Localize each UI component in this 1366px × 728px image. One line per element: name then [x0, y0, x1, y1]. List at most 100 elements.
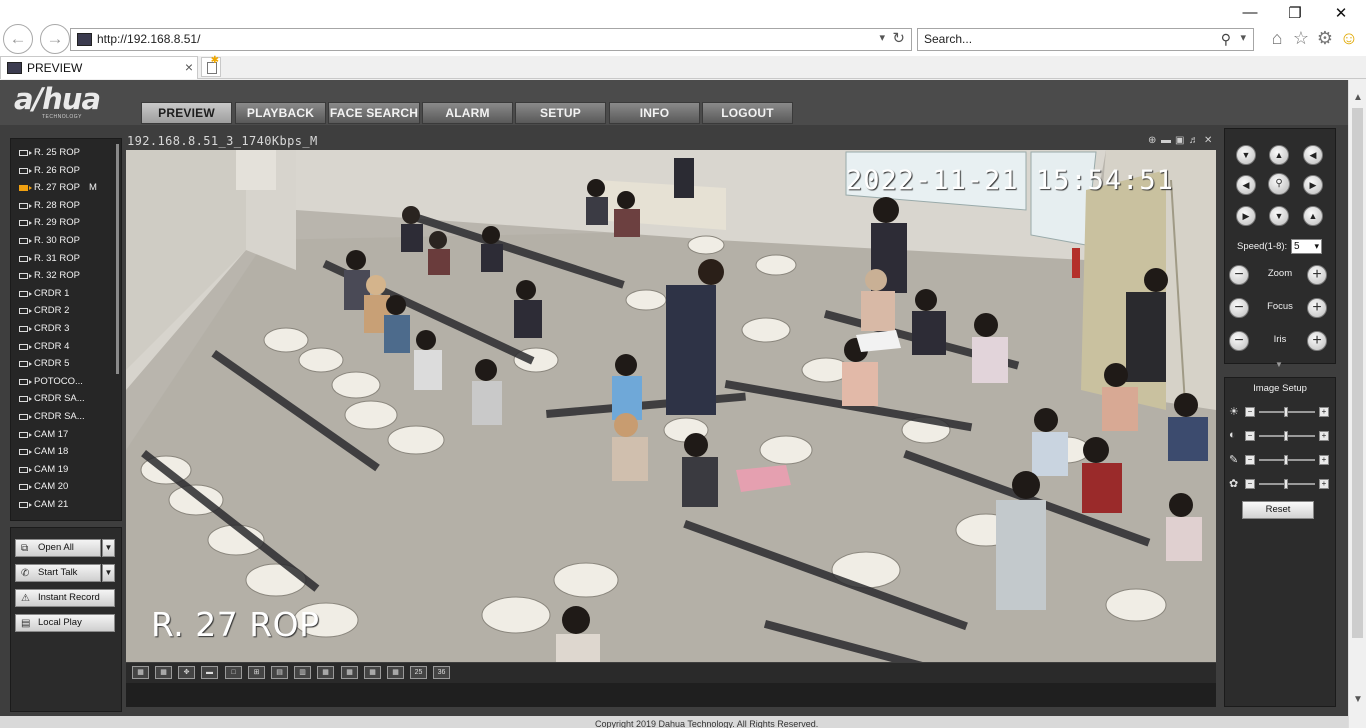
layout-16-button[interactable]: ▦ — [364, 666, 381, 679]
hue-plus-button[interactable]: + — [1319, 479, 1329, 489]
hue-slider-thumb[interactable] — [1284, 479, 1288, 489]
channel-item[interactable]: CAM 20 — [11, 478, 116, 496]
brightness-minus-button[interactable]: − — [1245, 407, 1255, 417]
channel-item[interactable]: R. 31 ROP — [11, 250, 116, 268]
ptz-up-button[interactable]: ▲ — [1269, 145, 1289, 165]
layout-36-button[interactable]: 36 — [433, 666, 450, 679]
back-button[interactable]: ← — [3, 24, 33, 54]
layout-fit-button[interactable]: ▦ — [132, 666, 149, 679]
ptz-down-button[interactable]: ▼ — [1269, 206, 1289, 226]
speed-select[interactable]: 5 — [1291, 239, 1322, 254]
contrast-plus-button[interactable]: + — [1319, 431, 1329, 441]
channel-item[interactable]: CRDR 5 — [11, 355, 116, 373]
ptz-up-right-button[interactable]: ◀ — [1303, 145, 1323, 165]
audio-icon[interactable]: ♬ — [1189, 135, 1199, 146]
layout-1-button[interactable]: □ — [225, 666, 242, 679]
forward-button[interactable]: → — [40, 24, 70, 54]
scroll-down-icon[interactable]: ▼ — [1353, 694, 1363, 705]
channel-item[interactable]: R. 26 ROP — [11, 162, 116, 180]
reset-button[interactable]: Reset — [1242, 501, 1314, 519]
search-input[interactable] — [924, 32, 1194, 46]
channel-item[interactable]: CAM 21 — [11, 496, 116, 514]
channel-item[interactable]: R. 30 ROP — [11, 232, 116, 250]
layout-25-button[interactable]: 25 — [410, 666, 427, 679]
start-talk-dropdown[interactable]: ▼ — [102, 564, 115, 582]
channel-item[interactable]: POTOCO... — [11, 373, 116, 391]
scroll-up-icon[interactable]: ▲ — [1353, 92, 1363, 103]
instant-record-button[interactable]: ⚠ Instant Record — [15, 589, 115, 607]
tab-playback[interactable]: PLAYBACK — [235, 102, 326, 124]
channel-item[interactable]: R. 28 ROP — [11, 197, 116, 215]
iris-minus-button[interactable]: − — [1229, 331, 1249, 351]
brightness-plus-button[interactable]: + — [1319, 407, 1329, 417]
record-icon[interactable]: ▬ — [1161, 135, 1171, 146]
channel-item[interactable]: CRDR SA... — [11, 408, 116, 426]
saturation-minus-button[interactable]: − — [1245, 455, 1255, 465]
zoom-out-button[interactable]: − — [1229, 265, 1249, 285]
start-talk-button[interactable]: ✆ Start Talk — [15, 564, 101, 582]
contrast-minus-button[interactable]: − — [1245, 431, 1255, 441]
close-window-icon[interactable]: ✕ — [1331, 4, 1351, 22]
ptz-collapse-icon[interactable]: ▼ — [1275, 360, 1283, 369]
ptz-down-left-button[interactable]: ▶ — [1236, 206, 1256, 226]
layout-wide-button[interactable]: ▬ — [201, 666, 218, 679]
ptz-center-zoom-button[interactable]: ⚲ — [1268, 173, 1290, 195]
layout-fullscreen-button[interactable]: ✥ — [178, 666, 195, 679]
channel-item[interactable]: CAM 18 — [11, 443, 116, 461]
live-video-feed[interactable]: 2022-11-21 15:54:51 R. 27 ROP — [126, 150, 1216, 662]
layout-original-button[interactable]: ▦ — [155, 666, 172, 679]
ptz-up-left-button[interactable]: ▼ — [1236, 145, 1256, 165]
close-video-icon[interactable]: ✕ — [1204, 135, 1212, 146]
settings-gear-icon[interactable]: ⚙ — [1314, 28, 1336, 49]
ptz-left-button[interactable]: ◀ — [1236, 175, 1256, 195]
layout-6-button[interactable]: ▤ — [271, 666, 288, 679]
local-play-button[interactable]: ▤ Local Play — [15, 614, 115, 632]
contrast-slider-thumb[interactable] — [1284, 431, 1288, 441]
favorites-star-icon[interactable]: ☆ — [1290, 28, 1312, 49]
hue-minus-button[interactable]: − — [1245, 479, 1255, 489]
saturation-plus-button[interactable]: + — [1319, 455, 1329, 465]
address-url[interactable]: http://192.168.8.51/ — [97, 32, 200, 46]
channel-item[interactable]: R. 29 ROP — [11, 214, 116, 232]
page-scrollbar-thumb[interactable] — [1352, 108, 1363, 638]
focus-minus-button[interactable]: − — [1229, 298, 1249, 318]
ptz-down-right-button[interactable]: ▲ — [1303, 206, 1323, 226]
tab-preview[interactable]: PREVIEW × — [0, 56, 198, 79]
brightness-slider-thumb[interactable] — [1284, 407, 1288, 417]
channel-item[interactable]: CRDR 2 — [11, 302, 116, 320]
ptz-right-button[interactable]: ▶ — [1303, 175, 1323, 195]
layout-20-button[interactable]: ▦ — [387, 666, 404, 679]
page-scrollbar[interactable]: ▲ ▼ — [1348, 80, 1366, 728]
iris-plus-button[interactable]: + — [1307, 331, 1327, 351]
layout-9-button[interactable]: ▦ — [317, 666, 334, 679]
snapshot-icon[interactable]: ▣ — [1175, 135, 1184, 146]
layout-13-button[interactable]: ▦ — [341, 666, 358, 679]
channel-item[interactable]: CAM 19 — [11, 461, 116, 479]
digital-zoom-icon[interactable]: ⊕ — [1148, 135, 1156, 146]
layout-8-button[interactable]: ▥ — [294, 666, 311, 679]
tab-preview-nav[interactable]: PREVIEW — [141, 102, 232, 124]
open-all-dropdown[interactable]: ▼ — [102, 539, 115, 557]
refresh-icon[interactable]: ↻ — [892, 29, 905, 47]
tab-logout[interactable]: LOGOUT — [702, 102, 793, 124]
channel-item[interactable]: CRDR 3 — [11, 320, 116, 338]
channel-list-scrollbar[interactable] — [116, 144, 119, 374]
address-dropdown-icon[interactable]: ▾ — [879, 31, 885, 44]
address-bar[interactable]: http://192.168.8.51/ ▾ ↻ — [70, 28, 912, 51]
tab-setup[interactable]: SETUP — [515, 102, 606, 124]
open-all-button[interactable]: ⧉ Open All — [15, 539, 101, 557]
channel-item[interactable]: CAM 17 — [11, 426, 116, 444]
tab-close-icon[interactable]: × — [185, 59, 193, 75]
tab-face-search[interactable]: FACE SEARCH — [328, 102, 420, 124]
home-icon[interactable]: ⌂ — [1266, 28, 1288, 49]
minimize-icon[interactable]: — — [1240, 4, 1260, 21]
channel-item[interactable]: CRDR 4 — [11, 338, 116, 356]
smiley-feedback-icon[interactable]: ☺ — [1338, 28, 1360, 49]
search-dropdown-icon[interactable]: ▾ — [1240, 31, 1246, 44]
tab-alarm[interactable]: ALARM — [422, 102, 513, 124]
layout-4-button[interactable]: ⊞ — [248, 666, 265, 679]
channel-item[interactable]: CRDR 1 — [11, 285, 116, 303]
tab-info[interactable]: INFO — [609, 102, 700, 124]
new-tab-button[interactable]: ✱ — [201, 55, 221, 77]
search-icon[interactable]: ⚲ — [1221, 31, 1231, 48]
